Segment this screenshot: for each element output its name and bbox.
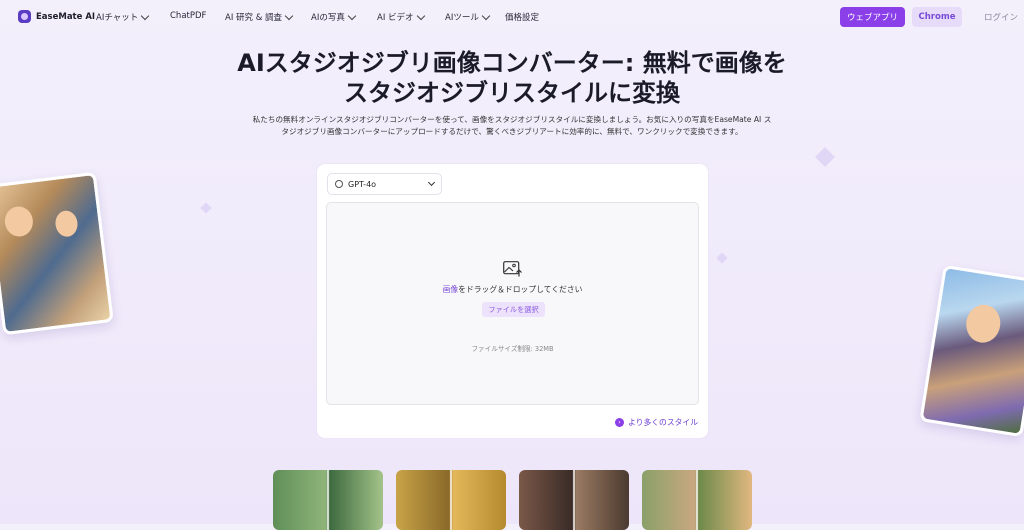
chevron-down-icon — [141, 11, 150, 20]
login-link[interactable]: ログイン — [984, 11, 1018, 23]
nav-item-ai-tools[interactable]: AIツール — [445, 11, 491, 23]
choose-file-button[interactable]: ファイルを選択 — [482, 302, 545, 317]
model-label: GPT-4o — [348, 179, 377, 189]
example-thumbnail[interactable] — [396, 470, 506, 530]
chrome-button[interactable]: Chrome — [912, 7, 962, 27]
nav-item-ai-photo[interactable]: AIの写真 — [311, 11, 357, 23]
arrow-right-icon: › — [615, 418, 624, 427]
character-face — [53, 209, 79, 238]
converter-card: GPT-4o 画像をドラッグ＆ドロップしてください ファイルを選択 ファイルサイ… — [317, 164, 708, 438]
nav-item-pricing[interactable]: 価格設定 — [505, 11, 539, 23]
upload-dropzone[interactable]: 画像をドラッグ＆ドロップしてください ファイルを選択 ファイルサイズ制限: 32… — [326, 202, 699, 405]
sparkle-decoration — [815, 147, 835, 167]
top-nav: EaseMate AI AIチャット ChatPDF AI 研究 & 調査 AI… — [0, 0, 1024, 34]
compare-divider — [450, 470, 452, 530]
model-select[interactable]: GPT-4o — [327, 173, 442, 195]
file-size-limit: ファイルサイズ制限: 32MB — [471, 345, 554, 353]
chevron-down-icon — [416, 11, 425, 20]
example-thumbnail[interactable] — [642, 470, 752, 530]
nav-item-ai-video[interactable]: AI ビデオ — [377, 11, 425, 23]
logo-icon — [18, 10, 31, 23]
compare-divider — [696, 470, 698, 530]
more-styles-link[interactable]: › より多くのスタイル — [615, 417, 698, 428]
chevron-down-icon — [427, 178, 436, 187]
sample-ghibli-image-right — [919, 264, 1024, 438]
character-face — [963, 302, 1004, 346]
page-title-line1: AIスタジオジブリ画像コンバーター: 無料で画像を — [237, 49, 787, 77]
web-app-button[interactable]: ウェブアプリ — [840, 7, 905, 27]
nav-item-chatpdf[interactable]: ChatPDF — [170, 11, 206, 21]
logo[interactable]: EaseMate AI — [18, 10, 95, 23]
image-upload-icon — [503, 261, 522, 277]
drop-instruction: 画像をドラッグ＆ドロップしてください — [442, 285, 583, 294]
compare-divider — [327, 470, 329, 530]
example-thumbnail[interactable] — [273, 470, 383, 530]
character-face — [3, 204, 35, 239]
sample-ghibli-image-left — [0, 171, 114, 336]
nav-item-ai-research[interactable]: AI 研究 & 調査 — [225, 11, 294, 23]
sparkle-decoration — [716, 252, 728, 264]
chevron-down-icon — [347, 11, 357, 20]
example-thumbnail[interactable] — [519, 470, 629, 530]
chevron-down-icon — [284, 11, 294, 20]
chevron-down-icon — [481, 11, 491, 20]
nav-item-ai-chat[interactable]: AIチャット — [96, 11, 150, 23]
page-description-line2: タジオジブリ画像コンバーターにアップロードするだけで、驚くべきジブリアートに効率… — [281, 127, 743, 136]
logo-text: EaseMate AI — [36, 11, 96, 22]
page-title-line2: スタジオジブリスタイルに変換 — [344, 79, 680, 107]
page-description-line1: 私たちの無料オンラインスタジオジブリコンバーターを使って、画像をスタジオジブリス… — [252, 115, 772, 124]
sparkle-decoration — [200, 202, 212, 214]
compare-divider — [573, 470, 575, 530]
model-icon — [335, 180, 343, 188]
